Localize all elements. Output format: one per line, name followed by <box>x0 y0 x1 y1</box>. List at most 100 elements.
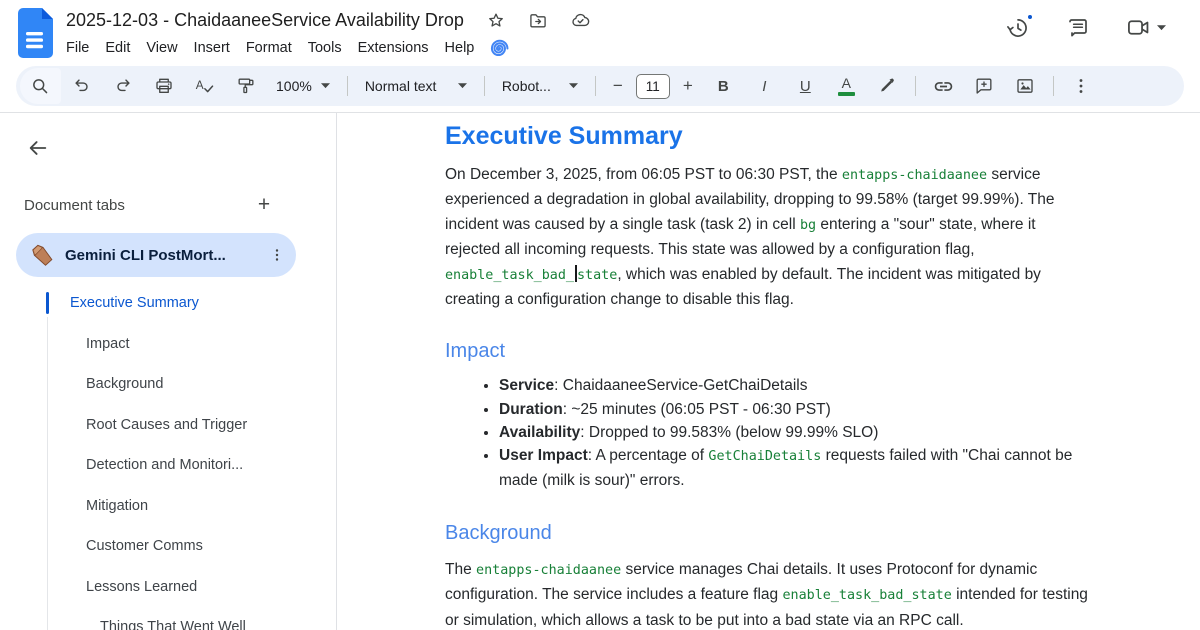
docs-logo-icon[interactable] <box>16 8 56 58</box>
highlight-color-button[interactable] <box>867 68 908 104</box>
menu-edit[interactable]: Edit <box>97 37 138 59</box>
print-button[interactable] <box>143 68 184 104</box>
divider <box>595 76 596 96</box>
menu-file[interactable]: File <box>58 37 97 59</box>
top-bar: 2025-12-03 - ChaidaaneeService Availabil… <box>0 0 1200 60</box>
google-docs-app: 2025-12-03 - ChaidaaneeService Availabil… <box>0 0 1200 630</box>
chevron-down-icon <box>321 83 330 89</box>
bullet-duration: Duration: ~25 minutes (06:05 PST - 06:30… <box>499 398 1095 421</box>
document-page[interactable]: Executive Summary On December 3, 2025, f… <box>337 121 1095 630</box>
move-folder-icon[interactable] <box>528 11 548 31</box>
add-tab-button[interactable]: + <box>252 193 276 217</box>
outline-item-root-causes-and-trigger[interactable]: Root Causes and Trigger <box>0 405 336 446</box>
document-canvas[interactable]: Executive Summary On December 3, 2025, f… <box>337 113 1200 630</box>
undo-button[interactable] <box>61 68 102 104</box>
add-comment-icon <box>974 76 994 96</box>
insert-image-button[interactable] <box>1005 68 1046 104</box>
heading-executive-summary: Executive Summary <box>445 121 1095 151</box>
active-document-tab[interactable]: Gemini CLI PostMort... <box>16 233 296 277</box>
menu-extensions[interactable]: Extensions <box>350 37 437 59</box>
kebab-menu-icon <box>1071 76 1091 96</box>
toolbar: A 100% Normal text <box>16 66 1184 106</box>
spellcheck-button[interactable]: A <box>184 68 225 104</box>
bullet-user-impact: User Impact: A percentage of GetChaiDeta… <box>499 444 1095 492</box>
outline-item-customer-comms[interactable]: Customer Comms <box>0 526 336 567</box>
document-tabs-label: Document tabs <box>24 197 125 214</box>
header-main: 2025-12-03 - ChaidaaneeService Availabil… <box>66 7 1006 62</box>
outline-item-things-that-went-well[interactable]: Things That Went Well <box>0 607 336 630</box>
toolbar-row: A 100% Normal text <box>0 60 1200 113</box>
bullet-service: Service: ChaidaaneeService-GetChaiDetail… <box>499 374 1095 397</box>
tab-options-icon[interactable] <box>268 246 286 264</box>
menu-view[interactable]: View <box>138 37 185 59</box>
document-outline: Executive SummaryImpactBackgroundRoot Ca… <box>0 283 336 630</box>
decrease-font-size-button[interactable]: − <box>603 70 633 102</box>
heading-background: Background <box>445 520 1095 546</box>
divider <box>915 76 916 96</box>
redo-button[interactable] <box>102 68 143 104</box>
outline-item-mitigation[interactable]: Mitigation <box>0 486 336 527</box>
text-color-swatch <box>838 92 855 96</box>
document-title[interactable]: 2025-12-03 - ChaidaaneeService Availabil… <box>66 10 464 31</box>
impact-bullet-list: Service: ChaidaaneeService-GetChaiDetail… <box>445 374 1095 491</box>
search-icon <box>30 76 51 97</box>
chevron-down-icon <box>1157 25 1166 31</box>
font-family-select[interactable]: Robot... <box>492 71 588 101</box>
svg-text:A: A <box>196 78 204 92</box>
underline-button[interactable]: U <box>785 68 826 104</box>
outline-item-impact[interactable]: Impact <box>0 324 336 365</box>
arrow-left-icon <box>25 137 51 159</box>
zoom-select[interactable]: 100% <box>266 71 340 101</box>
chevron-down-icon <box>569 83 578 89</box>
more-options-button[interactable] <box>1061 68 1102 104</box>
outline-item-background[interactable]: Background <box>0 364 336 405</box>
italic-button[interactable]: I <box>744 68 785 104</box>
divider <box>484 76 485 96</box>
redo-icon <box>113 76 133 96</box>
undo-icon <box>72 76 92 96</box>
divider <box>1053 76 1054 96</box>
video-call-button[interactable] <box>1126 15 1166 40</box>
bold-button[interactable]: B <box>703 68 744 104</box>
font-size-input[interactable]: 11 <box>636 74 670 99</box>
menu-bar: File Edit View Insert Format Tools Exten… <box>58 34 1006 62</box>
version-history-icon[interactable] <box>1006 16 1030 40</box>
outline-item-executive-summary[interactable]: Executive Summary <box>0 283 336 324</box>
text-color-button[interactable]: A <box>826 68 867 104</box>
add-comment-button[interactable] <box>964 68 1005 104</box>
paragraph-style-select[interactable]: Normal text <box>355 71 477 101</box>
search-menus-button[interactable] <box>20 68 61 104</box>
chevron-down-icon <box>458 83 467 89</box>
highlighter-icon <box>877 76 897 96</box>
menu-format[interactable]: Format <box>238 37 300 59</box>
star-icon[interactable] <box>486 11 506 31</box>
print-icon <box>154 76 174 96</box>
notification-dot <box>1026 13 1034 21</box>
increase-font-size-button[interactable]: + <box>673 70 703 102</box>
menu-tools[interactable]: Tools <box>300 37 350 59</box>
insert-link-button[interactable] <box>923 68 964 104</box>
paint-format-icon <box>236 76 256 96</box>
image-icon <box>1015 76 1035 96</box>
tab-label: Gemini CLI PostMort... <box>65 247 257 264</box>
outline-item-lessons-learned[interactable]: Lessons Learned <box>0 567 336 608</box>
paint-format-button[interactable] <box>225 68 266 104</box>
divider <box>347 76 348 96</box>
menu-insert[interactable]: Insert <box>186 37 238 59</box>
gemini-spiral-icon[interactable] <box>488 37 511 60</box>
document-tabs-sidebar: Document tabs + Gemini CLI PostMort... E… <box>0 113 337 630</box>
tabs-header: Document tabs + <box>24 193 336 217</box>
background-paragraph: The entapps-chaidaanee service manages C… <box>445 558 1095 630</box>
heading-impact: Impact <box>445 338 1095 364</box>
executive-summary-paragraph: On December 3, 2025, from 06:05 PST to 0… <box>445 163 1095 312</box>
coffin-emoji-icon <box>30 243 54 267</box>
header-actions <box>1006 15 1166 40</box>
bullet-availability: Availability: Dropped to 99.583% (below … <box>499 421 1095 444</box>
cloud-saved-icon[interactable] <box>570 10 591 31</box>
outline-item-detection-and-monitori[interactable]: Detection and Monitori... <box>0 445 336 486</box>
link-icon <box>933 76 954 97</box>
comments-icon[interactable] <box>1066 16 1090 40</box>
menu-help[interactable]: Help <box>437 37 483 59</box>
spellcheck-icon: A <box>194 76 215 97</box>
back-button[interactable] <box>25 137 51 159</box>
